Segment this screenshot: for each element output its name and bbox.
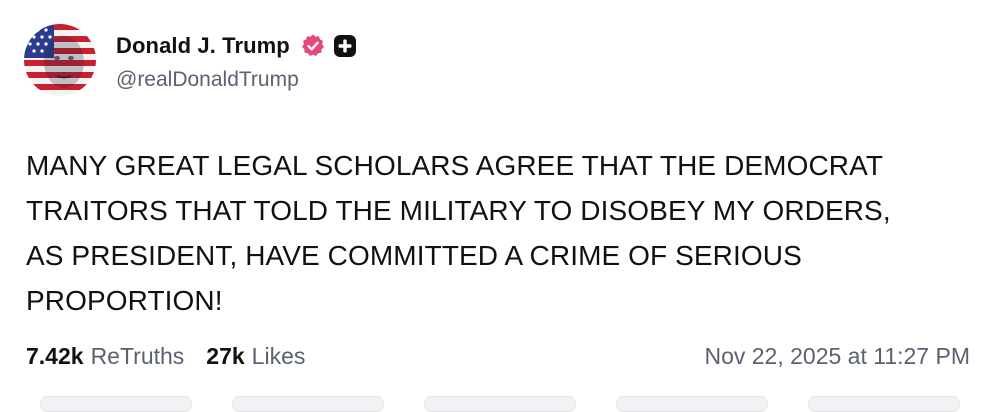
- likes-stat[interactable]: 27k Likes: [206, 343, 305, 370]
- post-text: MANY GREAT LEGAL SCHOLARS AGREE THAT THE…: [26, 143, 966, 323]
- plus-badge-icon: [332, 33, 358, 59]
- author-name-row: Donald J. Trump: [116, 30, 358, 62]
- likes-count: 27k: [206, 342, 245, 369]
- post-text-line: TRAITORS THAT TOLD THE MILITARY TO DISOB…: [26, 195, 891, 226]
- likes-label: Likes: [251, 342, 306, 369]
- post-text-line: PROPORTION!: [26, 285, 223, 316]
- post-text-line: MANY GREAT LEGAL SCHOLARS AGREE THAT THE…: [26, 150, 884, 181]
- retruths-count: 7.42k: [26, 342, 84, 369]
- retruth-button[interactable]: [232, 396, 384, 412]
- post-timestamp[interactable]: Nov 22, 2025 at 11:27 PM: [704, 339, 970, 373]
- post-stats: 7.42k ReTruths 27k Likes: [26, 339, 327, 373]
- post-card: Donald J. Trump @realDonaldTrump MANY GR…: [0, 0, 1000, 412]
- reply-button[interactable]: [40, 396, 192, 412]
- post-text-line: AS PRESIDENT, HAVE COMMITTED A CRIME OF …: [26, 240, 802, 271]
- author-handle[interactable]: @realDonaldTrump: [116, 68, 299, 92]
- display-name[interactable]: Donald J. Trump: [116, 33, 290, 59]
- share-button[interactable]: [616, 396, 768, 412]
- retruths-stat[interactable]: 7.42k ReTruths: [26, 343, 184, 370]
- verified-badge-icon: [300, 33, 326, 59]
- action-bar: [0, 396, 1000, 412]
- retruths-label: ReTruths: [90, 342, 185, 369]
- avatar[interactable]: [24, 24, 96, 96]
- like-button[interactable]: [424, 396, 576, 412]
- avatar-flag-icon: [24, 24, 96, 96]
- more-button[interactable]: [808, 396, 960, 412]
